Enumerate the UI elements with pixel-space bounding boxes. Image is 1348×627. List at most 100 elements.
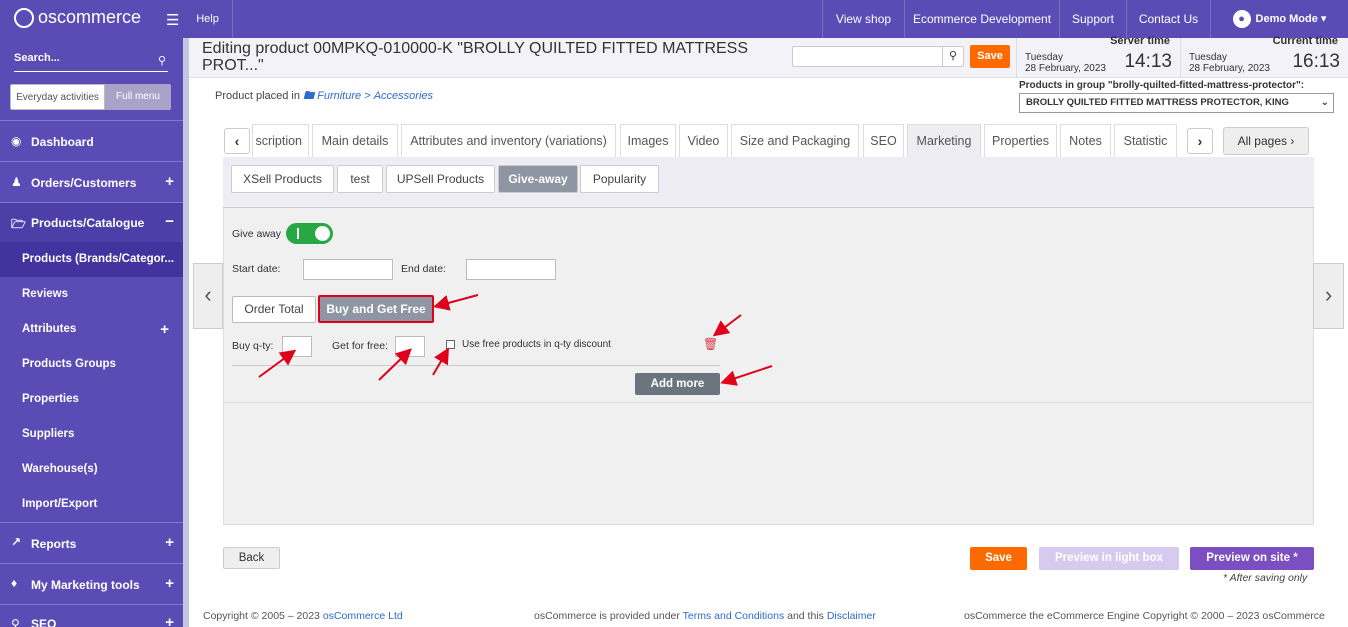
chevron-down-icon: › xyxy=(1287,134,1295,148)
top-bar: Help View shop Ecommerce Development Sup… xyxy=(183,0,1348,38)
sidebar-item-label: My Marketing tools xyxy=(31,578,140,592)
contact-us-link[interactable]: Contact Us xyxy=(1126,0,1210,38)
subtab-give-away[interactable]: Give-away xyxy=(498,165,578,193)
start-date-input[interactable] xyxy=(303,259,393,280)
folder-icon: 🖿 xyxy=(303,90,315,102)
sidebar-item-orders[interactable]: ♟ Orders/Customers + xyxy=(0,161,183,202)
view-shop-link[interactable]: View shop xyxy=(822,0,904,38)
menu-toggle-icon[interactable]: ☰ xyxy=(166,11,179,29)
sidebar-subitem-warehouses[interactable]: Warehouse(s) xyxy=(0,452,183,487)
footer-terms: osCommerce is provided under Terms and C… xyxy=(534,610,876,622)
support-link[interactable]: Support xyxy=(1059,0,1126,38)
preview-lightbox-button[interactable]: Preview in light box xyxy=(1039,547,1179,570)
sidebar-subitem-products[interactable]: Products (Brands/Categor... xyxy=(0,242,183,277)
sidebar-subitem-properties[interactable]: Properties xyxy=(0,382,183,417)
expand-icon[interactable]: + xyxy=(160,312,169,347)
tab-properties[interactable]: Properties xyxy=(984,124,1057,158)
all-pages-dropdown[interactable]: All pages › xyxy=(1223,127,1309,155)
tabs-scroll-right-button[interactable]: › xyxy=(1187,128,1213,154)
placement-label: Product placed in xyxy=(215,90,300,102)
sidebar-subitem-products-groups[interactable]: Products Groups xyxy=(0,347,183,382)
sidebar: oscommerce ☰ Search... ⚲ Everyday activi… xyxy=(0,0,183,627)
products-group-value: BROLLY QUILTED FITTED MATTRESS PROTECTOR… xyxy=(1026,97,1289,108)
sidebar-subitem-suppliers[interactable]: Suppliers xyxy=(0,417,183,452)
sidebar-subitem-label: Products (Brands/Categor... xyxy=(22,253,175,265)
tab-main-details[interactable]: Main details xyxy=(312,124,398,158)
sidebar-item-products-catalogue[interactable]: 🗁 Products/Catalogue − xyxy=(0,202,183,242)
save-button[interactable]: Save xyxy=(970,547,1027,570)
subtab-upsell-products[interactable]: UPSell Products xyxy=(386,165,495,193)
tab-video[interactable]: Video xyxy=(679,124,728,158)
tab-seo[interactable]: SEO xyxy=(863,124,904,158)
add-more-button[interactable]: Add more xyxy=(635,373,720,395)
tab-notes[interactable]: Notes xyxy=(1060,124,1111,158)
sidebar-search[interactable]: Search... ⚲ xyxy=(14,52,168,72)
tab-marketing[interactable]: Marketing xyxy=(907,124,981,158)
terms-link[interactable]: Terms and Conditions xyxy=(683,610,785,622)
oscommerce-ltd-link[interactable]: osCommerce Ltd xyxy=(323,610,403,622)
preview-on-site-button[interactable]: Preview on site * xyxy=(1190,547,1314,570)
sidebar-subitem-label: Attributes xyxy=(22,323,77,335)
end-date-label: End date: xyxy=(401,263,446,275)
sidebar-resize-handle[interactable] xyxy=(183,38,189,627)
row-separator xyxy=(232,365,720,366)
breadcrumb-subcategory[interactable]: Accessories xyxy=(374,90,433,102)
tabs-scroll-left-button[interactable]: ‹ xyxy=(224,128,250,154)
breadcrumb-category[interactable]: Furniture xyxy=(317,90,361,102)
full-menu-button[interactable]: Full menu xyxy=(105,84,171,110)
server-time: Server time Tuesday 28 February, 2023 14:… xyxy=(1016,35,1180,78)
sidebar-item-label: SEO xyxy=(31,617,57,627)
tab-images[interactable]: Images xyxy=(620,124,676,158)
ecommerce-development-link[interactable]: Ecommerce Development xyxy=(904,0,1059,38)
server-day: Tuesday 28 February, 2023 xyxy=(1025,52,1106,74)
tab-description[interactable]: scription xyxy=(252,124,309,158)
tab-attributes-inventory[interactable]: Attributes and inventory (variations) xyxy=(401,124,616,158)
subtab-popularity[interactable]: Popularity xyxy=(580,165,659,193)
search-icon[interactable]: ⚲ xyxy=(942,47,963,66)
tab-statistic[interactable]: Statistic xyxy=(1114,124,1177,158)
subtab-test[interactable]: test xyxy=(337,165,383,193)
sidebar-item-dashboard[interactable]: ◉ Dashboard xyxy=(0,120,183,161)
user-menu[interactable]: ● Demo Mode ▾ xyxy=(1210,0,1348,38)
oscommerce-logo[interactable]: oscommerce xyxy=(14,7,141,28)
buy-and-get-free-button[interactable]: Buy and Get Free xyxy=(318,295,434,323)
help-link[interactable]: Help xyxy=(183,0,233,38)
current-time-label: Current time xyxy=(1272,35,1338,47)
chevron-down-icon: ⌄ xyxy=(1320,97,1329,108)
search-icon[interactable]: ⚲ xyxy=(158,54,166,67)
sidebar-subitem-reviews[interactable]: Reviews xyxy=(0,277,183,312)
menu-mode-toggle: Everyday activities Full menu xyxy=(10,84,171,110)
disclaimer-link[interactable]: Disclaimer xyxy=(827,610,876,622)
expand-icon[interactable]: + xyxy=(165,173,174,190)
current-time-value: 16:13 xyxy=(1292,51,1340,72)
sidebar-item-marketing[interactable]: ♦ My Marketing tools + xyxy=(0,563,183,604)
header-save-button[interactable]: Save xyxy=(970,45,1010,68)
give-away-toggle[interactable] xyxy=(286,223,333,244)
seo-icon: ⚲ xyxy=(11,617,20,627)
get-for-free-input[interactable] xyxy=(395,336,425,357)
sidebar-subitem-label: Warehouse(s) xyxy=(22,463,98,475)
current-day: Tuesday 28 February, 2023 xyxy=(1189,52,1270,74)
expand-icon[interactable]: + xyxy=(165,614,174,627)
trash-icon[interactable]: 🗑 xyxy=(703,337,718,351)
buy-qty-input[interactable] xyxy=(282,336,312,357)
next-product-button[interactable]: › xyxy=(1313,263,1344,329)
tab-size-packaging[interactable]: Size and Packaging xyxy=(731,124,859,158)
end-date-input[interactable] xyxy=(466,259,556,280)
footer-copyright: Copyright © 2005 – 2023 osCommerce Ltd xyxy=(203,610,403,622)
sidebar-subitem-import-export[interactable]: Import/Export xyxy=(0,487,183,522)
prev-product-button[interactable]: ‹ xyxy=(193,263,223,329)
sidebar-item-seo[interactable]: ⚲ SEO + xyxy=(0,604,183,627)
subtab-xsell-products[interactable]: XSell Products xyxy=(231,165,334,193)
products-group-select[interactable]: BROLLY QUILTED FITTED MATTRESS PROTECTOR… xyxy=(1019,93,1334,113)
collapse-icon[interactable]: − xyxy=(165,213,174,230)
header-search-input[interactable]: ⚲ xyxy=(792,46,964,67)
order-total-button[interactable]: Order Total xyxy=(232,296,316,323)
expand-icon[interactable]: + xyxy=(165,575,174,592)
everyday-activities-button[interactable]: Everyday activities xyxy=(10,84,105,110)
sidebar-item-reports[interactable]: ↗ Reports + xyxy=(0,522,183,563)
sidebar-subitem-attributes[interactable]: Attributes + xyxy=(0,312,183,347)
use-free-products-checkbox[interactable] xyxy=(446,340,455,349)
back-button[interactable]: Back xyxy=(223,547,280,569)
expand-icon[interactable]: + xyxy=(165,534,174,551)
